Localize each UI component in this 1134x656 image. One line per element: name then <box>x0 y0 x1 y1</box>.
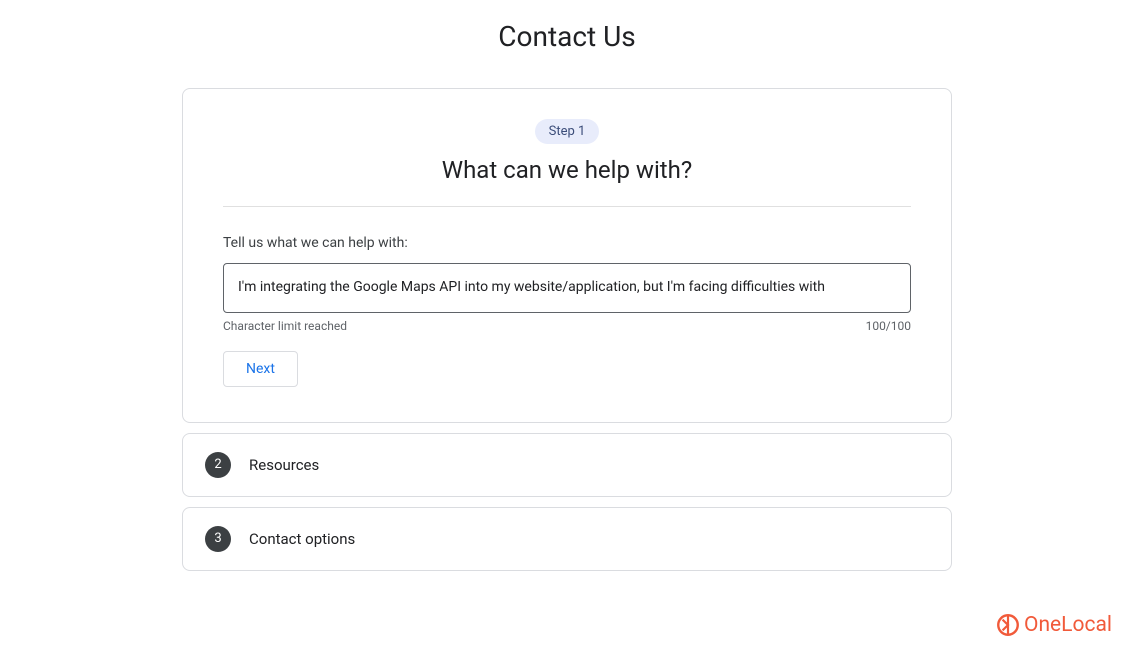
step1-card: Step 1 What can we help with? Tell us wh… <box>182 88 952 423</box>
onelocal-watermark: OneLocal <box>995 612 1112 638</box>
help-input[interactable] <box>223 263 911 313</box>
help-field-label: Tell us what we can help with: <box>223 235 911 251</box>
onelocal-logo-icon <box>995 612 1021 638</box>
step1-heading: What can we help with? <box>223 156 911 184</box>
section-contact-options[interactable]: 3 Contact options <box>182 507 952 571</box>
char-count: 100/100 <box>866 319 911 333</box>
watermark-text: OneLocal <box>1024 613 1112 637</box>
page-title: Contact Us <box>0 20 1134 53</box>
step-number-icon: 3 <box>205 526 231 552</box>
section-resources[interactable]: 2 Resources <box>182 433 952 497</box>
divider <box>223 206 911 207</box>
section-label: Resources <box>249 456 319 474</box>
step-number-icon: 2 <box>205 452 231 478</box>
step-badge: Step 1 <box>535 119 600 144</box>
char-limit-message: Character limit reached <box>223 319 347 333</box>
next-button[interactable]: Next <box>223 351 298 387</box>
section-label: Contact options <box>249 530 355 548</box>
